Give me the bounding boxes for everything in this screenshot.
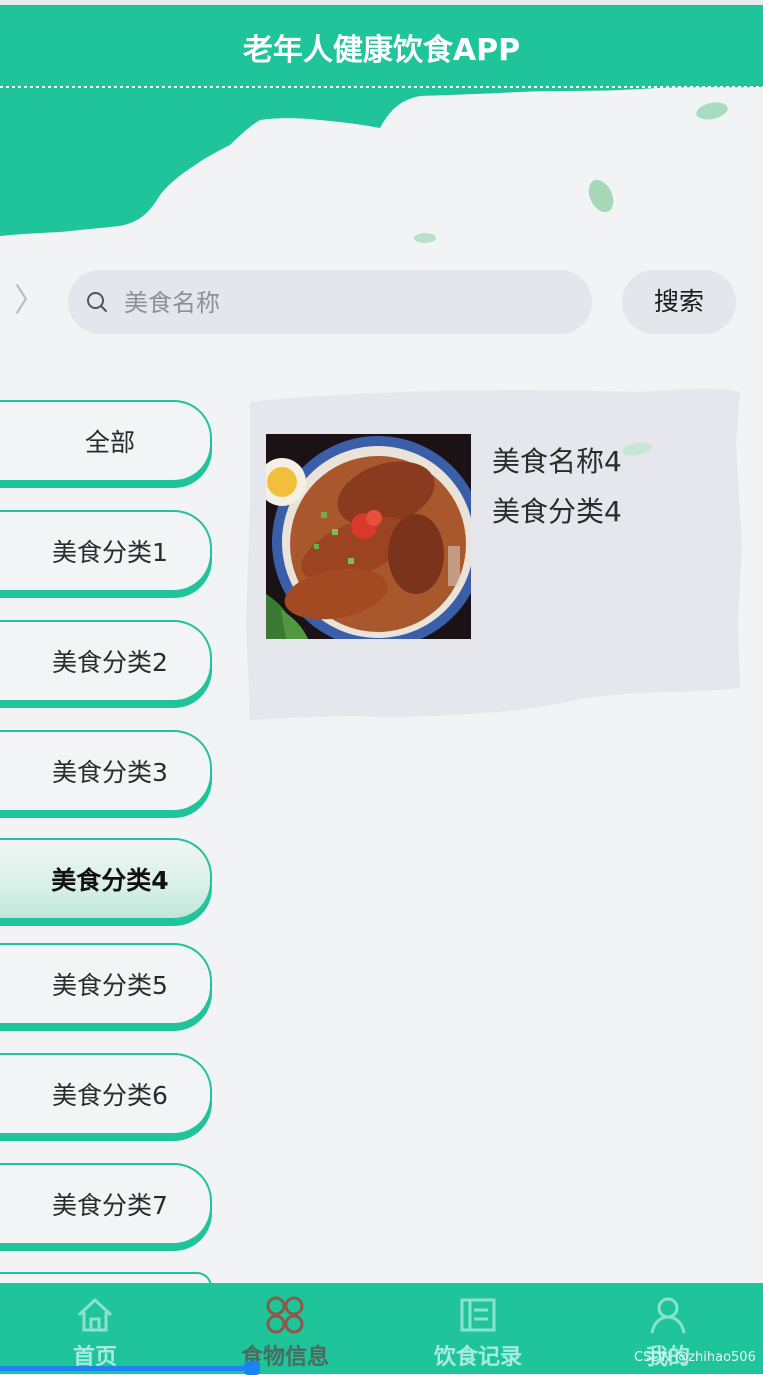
- user-icon: [650, 1297, 686, 1334]
- chevron-right-icon[interactable]: 〉: [14, 282, 46, 318]
- category-label: 美食分类6: [52, 1081, 168, 1110]
- leaf-decoration: [414, 233, 436, 243]
- category-label: 美食分类7: [52, 1191, 168, 1220]
- wave-decoration: [0, 86, 763, 236]
- nav-food-info[interactable]: 食物信息: [190, 1283, 380, 1374]
- category-label: 美食分类4: [51, 866, 169, 895]
- category-label: 美食分类5: [52, 971, 168, 1000]
- category-label: 全部: [84, 428, 135, 457]
- category-item-3[interactable]: 美食分类3: [0, 730, 212, 812]
- search-bar[interactable]: [68, 270, 592, 334]
- leaf-decoration: [588, 179, 614, 213]
- category-item-2[interactable]: 美食分类2: [0, 620, 212, 702]
- scroll-progress-knob[interactable]: [244, 1361, 260, 1375]
- scroll-progress-bar: [0, 1366, 252, 1371]
- nav-home[interactable]: 首页: [0, 1283, 190, 1374]
- leaf-decoration: [622, 442, 652, 456]
- category-item-7[interactable]: 美食分类7: [0, 1163, 212, 1245]
- watermark: CSDN @zhihao506: [634, 1350, 756, 1365]
- search-icon: [87, 292, 107, 312]
- category-item-1[interactable]: 美食分类1: [0, 510, 212, 592]
- category-label: 美食分类2: [52, 648, 168, 677]
- food-category: 美食分类4: [492, 495, 622, 528]
- food-image[interactable]: [266, 434, 471, 639]
- list-icon: [460, 1298, 496, 1332]
- food-card[interactable]: 美食名称4 美食分类4: [246, 384, 742, 720]
- category-item-6[interactable]: 美食分类6: [0, 1053, 212, 1135]
- category-item-5[interactable]: 美食分类5: [0, 943, 212, 1025]
- search-button[interactable]: 搜索: [622, 270, 736, 334]
- category-label: 美食分类1: [52, 538, 168, 567]
- grid-icon: [266, 1296, 304, 1334]
- search-input[interactable]: [122, 280, 576, 326]
- category-label: 美食分类3: [52, 758, 168, 787]
- nav-diet-record[interactable]: 饮食记录: [383, 1283, 573, 1374]
- nav-label: 饮食记录: [433, 1345, 522, 1370]
- category-item-all[interactable]: 全部: [0, 400, 212, 482]
- category-item-4[interactable]: 美食分类4: [0, 838, 212, 920]
- leaf-decoration: [696, 102, 728, 120]
- food-name: 美食名称4: [492, 445, 622, 478]
- home-icon: [77, 1298, 113, 1332]
